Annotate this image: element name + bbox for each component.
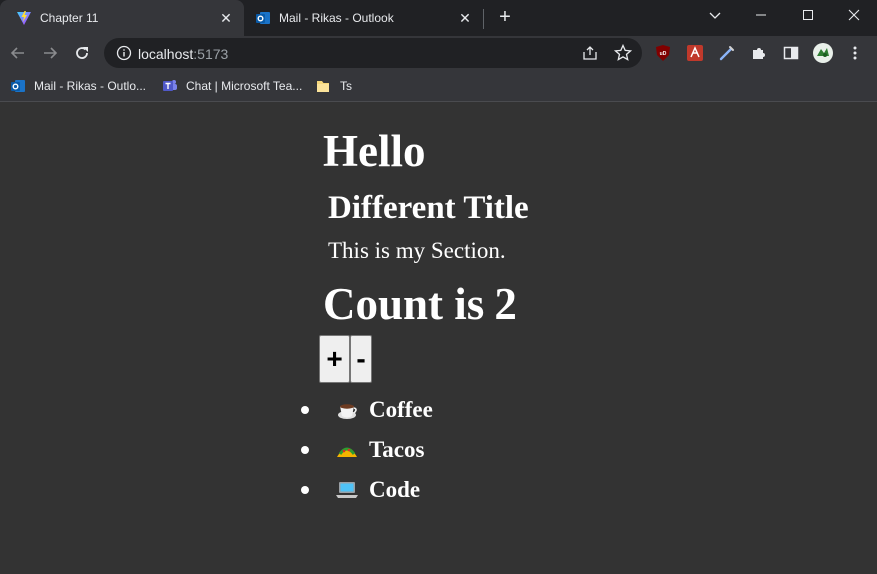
arrow-right-icon [44, 47, 58, 59]
url-host: localhost [138, 46, 194, 62]
list-item-coffee: Coffee [300, 393, 500, 427]
arrow-left-icon [10, 47, 24, 59]
item-label: Code [369, 477, 421, 502]
tab-outlook[interactable]: Mail - Rikas - Outlook ✕ [239, 0, 483, 36]
bullet [301, 486, 309, 494]
folder-icon [316, 78, 332, 94]
bookmark-outlook[interactable]: Mail - Rikas - Outlo... [10, 78, 146, 94]
svg-text:uD: uD [660, 51, 667, 57]
address-bar[interactable]: localhost:5173 [104, 38, 642, 68]
item-label: Tacos [369, 437, 425, 462]
forward-button[interactable] [36, 39, 64, 67]
profile-avatar[interactable] [812, 42, 834, 64]
item-label: Coffee [369, 397, 433, 422]
tab-search-button[interactable] [692, 0, 738, 30]
counter-value: 2 [494, 279, 517, 329]
bookmark-label: Ts [340, 79, 352, 93]
extensions-puzzle-icon[interactable] [750, 44, 768, 62]
bookmark-folder-ts[interactable]: Ts [316, 78, 352, 94]
browser-toolbar: localhost:5173 uD [0, 36, 877, 70]
coffee-icon [335, 398, 359, 422]
url-text[interactable]: localhost:5173 [138, 46, 228, 62]
close-window-button[interactable] [831, 0, 877, 30]
tab-title: Mail - Rikas - Outlook [279, 11, 394, 25]
increment-button[interactable]: + [319, 335, 350, 383]
taco-icon [335, 438, 359, 462]
list-item-tacos: Tacos [300, 433, 500, 467]
maximize-icon [803, 10, 813, 20]
outlook-icon [255, 10, 271, 26]
back-button[interactable] [4, 39, 32, 67]
page-title: Hello [323, 126, 426, 176]
page-subtitle: Different Title [328, 190, 529, 226]
bookmark-teams[interactable]: Chat | Microsoft Tea... [162, 78, 302, 94]
ublock-extension-icon[interactable]: uD [654, 44, 672, 62]
close-tab-icon[interactable]: ✕ [457, 10, 473, 26]
reload-icon [76, 47, 88, 59]
new-tab-button[interactable]: + [494, 7, 516, 29]
teams-icon [162, 78, 178, 94]
bookmarks-bar: Mail - Rikas - Outlo... Chat | Microsoft… [0, 70, 877, 102]
red-extension-icon[interactable] [686, 44, 704, 62]
more-menu-icon[interactable] [846, 44, 864, 62]
tab-chapter-11[interactable]: Chapter 11 ✕ [0, 0, 244, 36]
reload-button[interactable] [68, 39, 96, 67]
maximize-button[interactable] [785, 0, 831, 30]
counter-label: Count is [323, 279, 485, 329]
laptop-icon [335, 478, 359, 502]
minimize-icon [756, 14, 766, 16]
counter-heading: Count is 2 [323, 278, 517, 330]
bullet [301, 446, 309, 454]
url-port: :5173 [193, 46, 229, 62]
bullet [301, 406, 309, 414]
vite-icon [16, 10, 32, 26]
list-item-code: Code [300, 473, 500, 507]
page-content: Hello Different Title This is my Section… [0, 103, 877, 574]
close-icon [848, 9, 860, 21]
outlook-icon [10, 78, 26, 94]
close-tab-icon[interactable]: ✕ [218, 10, 234, 26]
minimize-button[interactable] [738, 0, 784, 30]
bookmark-star-icon[interactable] [614, 44, 632, 62]
share-icon[interactable] [582, 45, 598, 61]
chevron-down-icon [709, 12, 721, 19]
info-icon[interactable] [116, 45, 132, 61]
bookmark-label: Chat | Microsoft Tea... [186, 79, 303, 93]
tab-title: Chapter 11 [40, 11, 99, 25]
decrement-button[interactable]: - [350, 335, 372, 383]
side-panel-icon[interactable] [782, 44, 800, 62]
eyedropper-extension-icon[interactable] [718, 44, 736, 62]
section-text: This is my Section. [328, 238, 506, 263]
tab-strip: Chapter 11 ✕ Mail - Rikas - Outlook ✕ + [0, 0, 877, 36]
bookmark-label: Mail - Rikas - Outlo... [34, 79, 147, 93]
tab-separator [483, 9, 484, 29]
